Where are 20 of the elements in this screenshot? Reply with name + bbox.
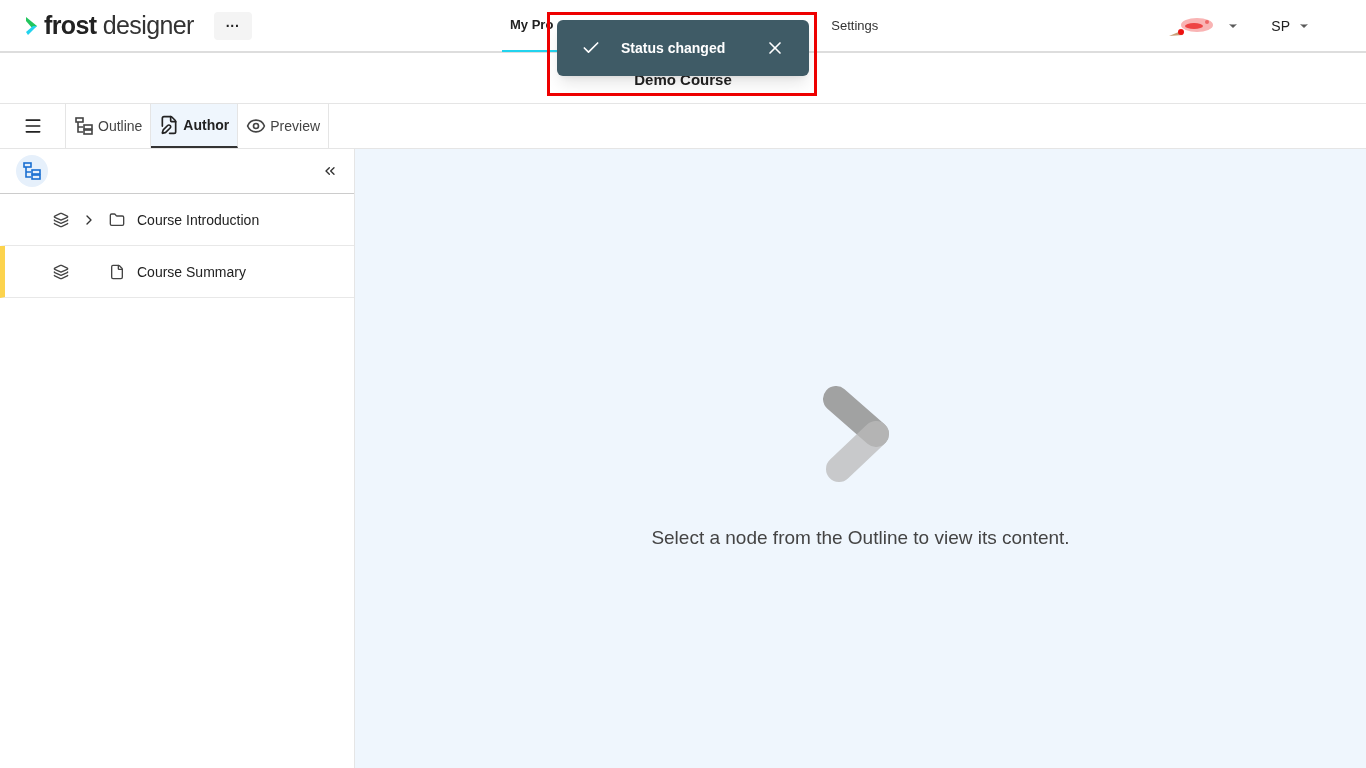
logo-text: frost designer <box>44 13 194 38</box>
page-icon <box>109 263 125 280</box>
preview-icon <box>246 116 267 136</box>
outline-item[interactable]: Course Introduction <box>0 194 354 246</box>
user-menu[interactable]: SP <box>1271 15 1310 36</box>
edit-document-icon <box>159 115 180 135</box>
outline-icon <box>74 116 94 136</box>
nav-link[interactable]: Settings <box>823 0 887 52</box>
layers-icon <box>53 263 69 280</box>
outline-icon <box>22 161 42 181</box>
tab[interactable]: Author <box>151 104 239 148</box>
outline-label: Course Summary <box>137 262 246 282</box>
course-title: Demo Course <box>634 69 732 90</box>
tab[interactable]: Preview <box>238 104 330 148</box>
empty-state-message: Select a node from the Outline to view its content. <box>651 526 1070 550</box>
outline-label: Course Introduction <box>137 210 260 230</box>
more-button[interactable]: ··· <box>213 11 252 40</box>
layers-icon <box>53 211 69 228</box>
toast-message: Status changed <box>621 39 727 58</box>
folder-icon <box>109 211 125 228</box>
